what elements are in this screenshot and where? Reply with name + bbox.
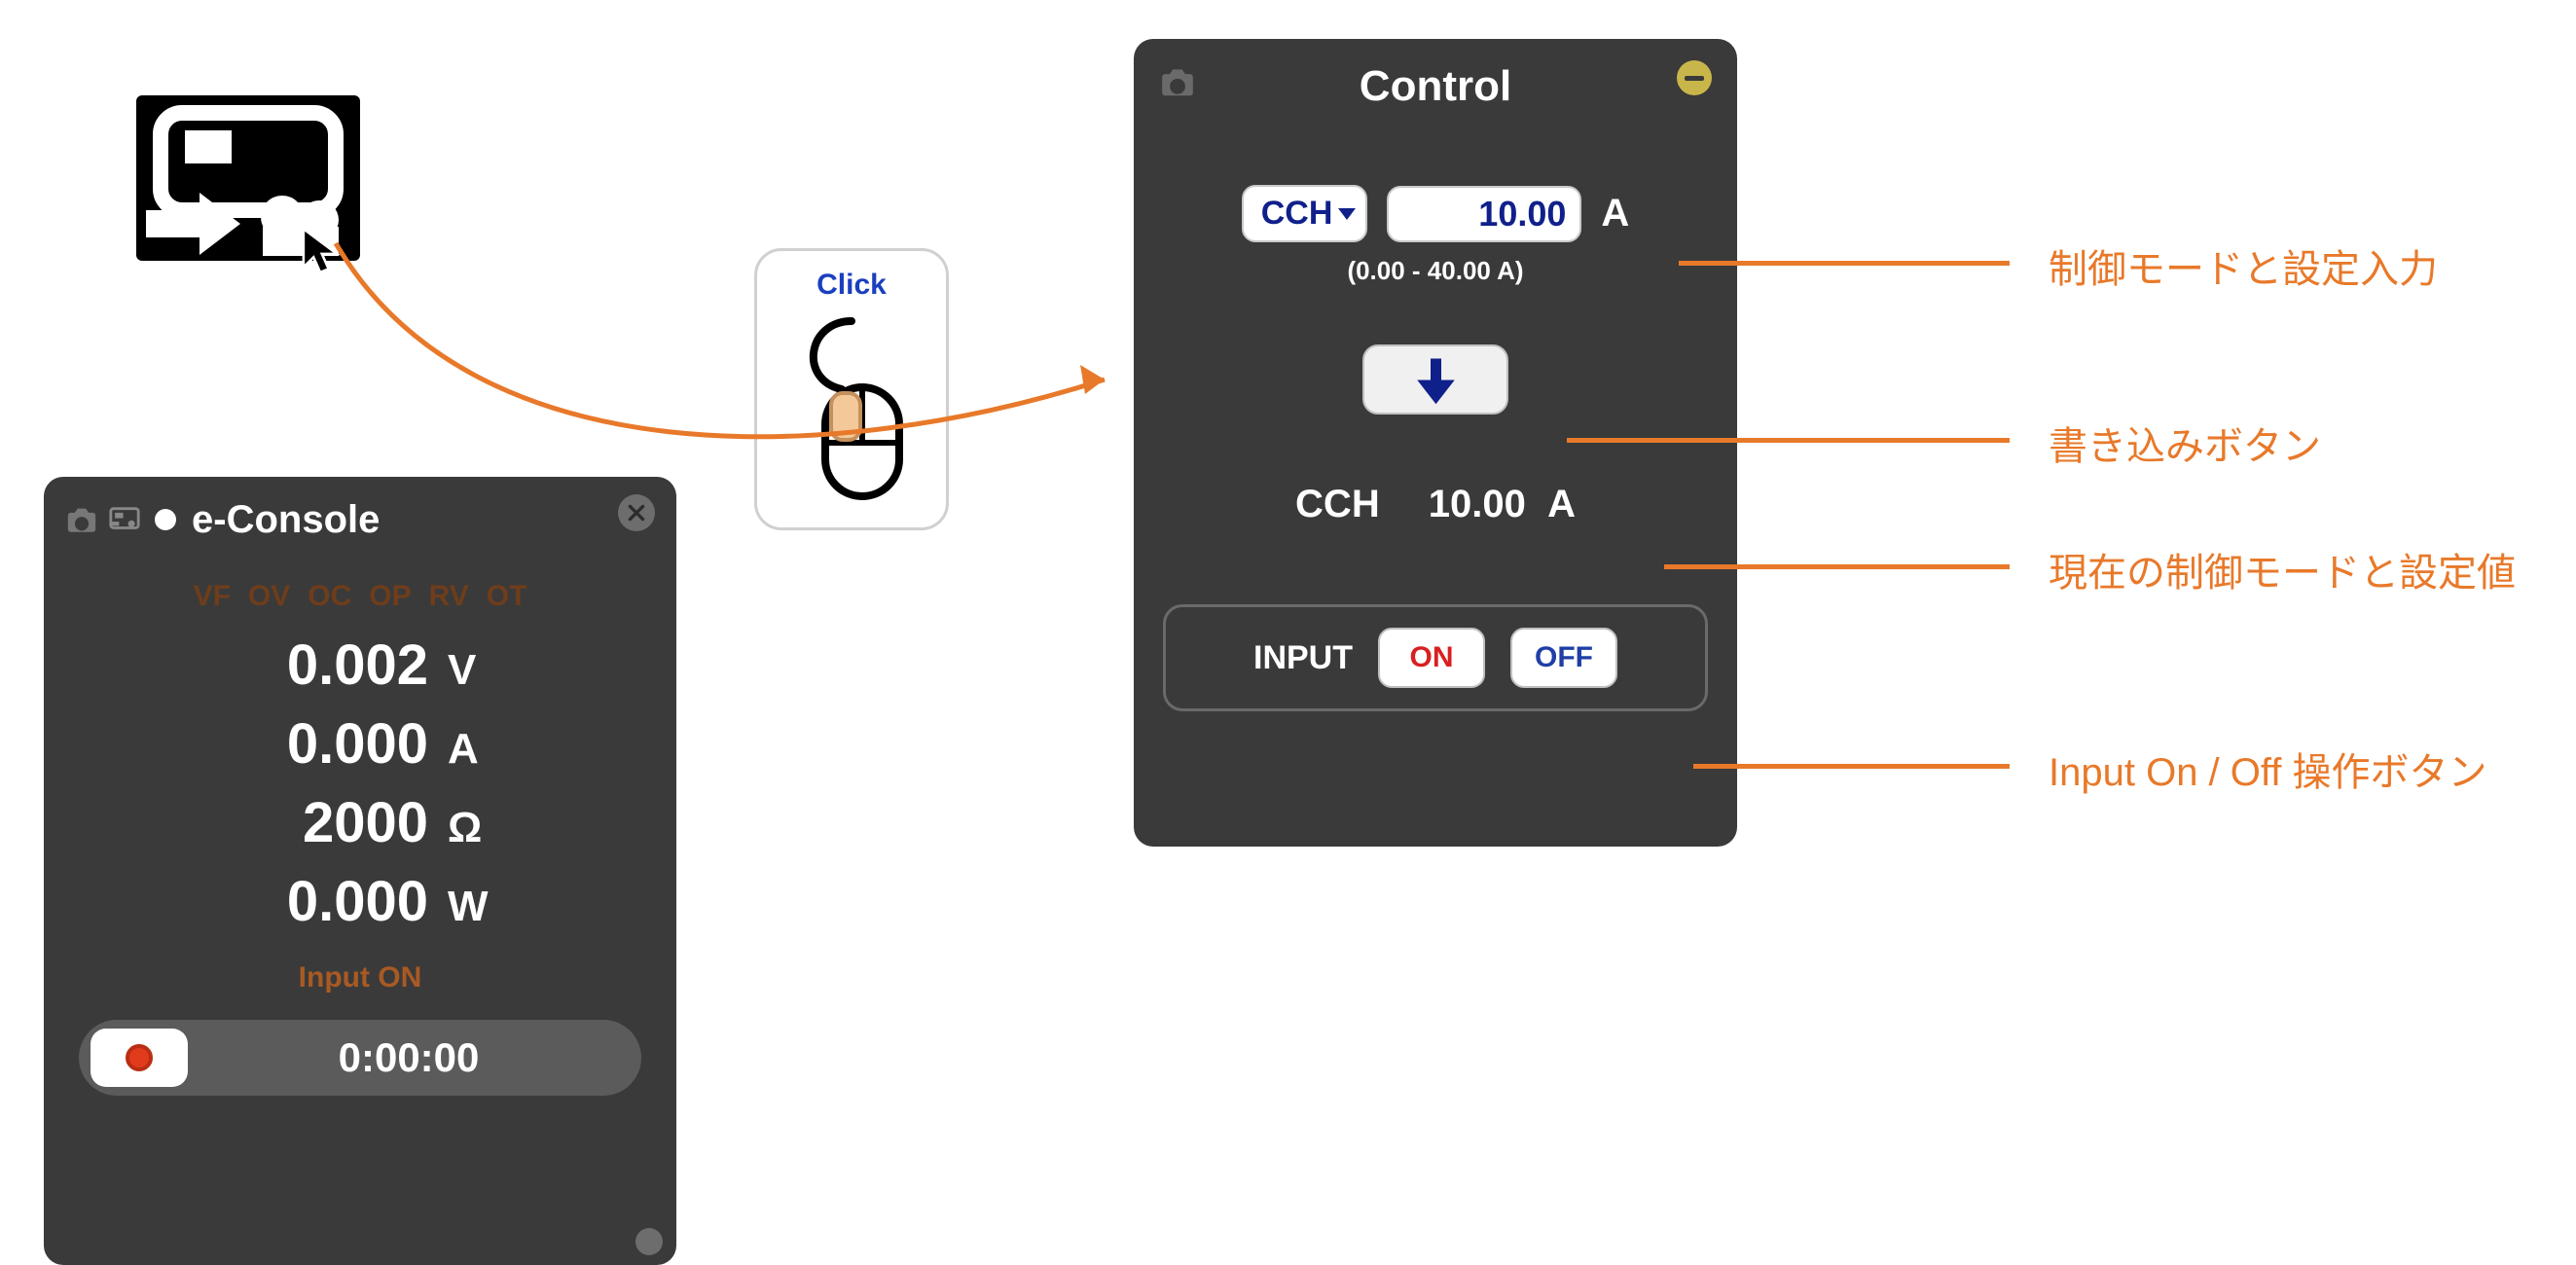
voltage-value: 0.002 — [214, 632, 428, 698]
alarm-indicators: VF OV OC OP RV OT — [44, 580, 676, 613]
input-onoff-panel: INPUT ON OFF — [1163, 604, 1708, 711]
camera-icon[interactable] — [65, 505, 98, 534]
current-row: 0.000 A — [44, 711, 676, 777]
alarm-rv: RV — [429, 580, 469, 613]
alarm-oc: OC — [308, 580, 351, 613]
record-bar: 0:00:00 — [79, 1020, 641, 1096]
power-value: 0.000 — [214, 869, 428, 934]
current-unit: A — [448, 725, 506, 774]
resistance-unit: Ω — [448, 804, 506, 852]
setpoint-input[interactable] — [1387, 186, 1581, 242]
write-button[interactable] — [1362, 344, 1508, 415]
alarm-ov: OV — [248, 580, 290, 613]
alarm-vf: VF — [194, 580, 231, 613]
setpoint-row: CCH A — [1134, 185, 1737, 242]
annotation-input-onoff: Input On / Off 操作ボタン — [2049, 741, 2487, 797]
alarm-ot: OT — [487, 580, 527, 613]
leader-line — [1567, 438, 2010, 443]
voltage-unit: V — [448, 646, 506, 695]
range-hint: (0.00 - 40.00 A) — [1134, 256, 1737, 286]
arrow-down-icon — [1409, 353, 1463, 407]
alarm-op: OP — [369, 580, 411, 613]
leader-line — [1679, 261, 2010, 266]
input-status-label: Input ON — [44, 961, 676, 994]
measurements: 0.002 V 0.000 A 2000 Ω 0.000 W — [44, 632, 676, 934]
mode-select-value: CCH — [1261, 195, 1333, 233]
minimize-button[interactable] — [1677, 60, 1712, 95]
voltage-row: 0.002 V — [44, 632, 676, 698]
annotation-mode-input: 制御モードと設定入力 — [2049, 237, 2438, 294]
control-header: Control — [1134, 39, 1737, 117]
current-mode: CCH — [1295, 483, 1380, 526]
resize-handle[interactable] — [635, 1228, 663, 1255]
resistance-value: 2000 — [214, 790, 428, 855]
current-value: 10.00 — [1429, 483, 1526, 525]
record-icon — [126, 1044, 153, 1071]
current-setting-row: CCH 10.00 A — [1134, 483, 1737, 526]
control-title: Control — [1360, 62, 1511, 111]
setpoint-unit: A — [1601, 192, 1629, 235]
record-button[interactable] — [91, 1029, 188, 1087]
input-off-button[interactable]: OFF — [1510, 628, 1617, 688]
current-unit: A — [1547, 483, 1576, 525]
control-panel: Control CCH A (0.00 - 40.00 A) CCH 10.00… — [1134, 39, 1737, 847]
mode-select[interactable]: CCH — [1242, 185, 1368, 242]
annotation-write-button: 書き込みボタン — [2049, 415, 2321, 471]
chevron-down-icon — [1338, 208, 1356, 220]
camera-icon[interactable] — [1159, 66, 1196, 102]
show-control-icon[interactable] — [108, 505, 141, 534]
leader-line — [1693, 764, 2010, 769]
input-on-button[interactable]: ON — [1378, 628, 1485, 688]
econsole-panel: e-Console VF OV OC OP RV OT 0.002 V 0.00… — [44, 477, 676, 1265]
resistance-row: 2000 Ω — [44, 790, 676, 855]
leader-line — [1664, 564, 2010, 569]
annotation-current-setting: 現在の制御モードと設定値 — [2049, 541, 2516, 597]
input-label: INPUT — [1253, 639, 1353, 677]
power-unit: W — [448, 883, 506, 931]
on-label: ON — [1410, 641, 1454, 674]
power-row: 0.000 W — [44, 869, 676, 934]
flow-arrow — [326, 234, 1153, 506]
record-timer: 0:00:00 — [188, 1034, 630, 1081]
off-label: OFF — [1535, 641, 1593, 674]
status-dot-icon — [155, 509, 176, 530]
minimize-icon — [1685, 76, 1704, 81]
current-value: 0.000 — [214, 711, 428, 777]
